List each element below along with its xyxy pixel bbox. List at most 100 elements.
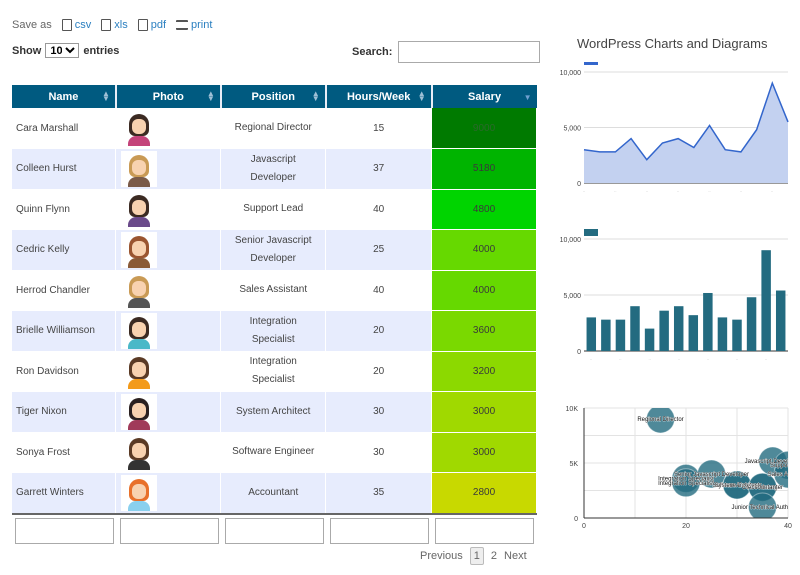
cell-salary: 3200 bbox=[431, 351, 537, 392]
y-tick-label: 5K bbox=[569, 461, 578, 468]
bar bbox=[644, 328, 655, 351]
sort-icon: ▲ ▼ bbox=[311, 89, 320, 103]
cell-photo bbox=[115, 189, 222, 230]
cell-salary: 2800 bbox=[431, 472, 537, 514]
bubble-label: Sales Assistant bbox=[768, 472, 800, 478]
bubble-label: Integration Specialist bbox=[658, 481, 714, 487]
table-row[interactable]: Herrod Chandler Sales Assistant 40 4000 bbox=[12, 270, 537, 311]
export-toolbar: Save as csv xls pdf print bbox=[12, 19, 212, 31]
cell-hours: 37 bbox=[325, 148, 433, 189]
cell-position: Sales Assistant bbox=[220, 270, 327, 311]
cell-photo bbox=[115, 310, 222, 351]
x-tick-label: .. bbox=[648, 356, 650, 361]
table-row[interactable]: Sonya Frost Software Engineer 30 3000 bbox=[12, 432, 537, 473]
filter-position-input[interactable] bbox=[225, 518, 324, 544]
filter-hours-input[interactable] bbox=[330, 518, 429, 544]
avatar bbox=[121, 434, 158, 471]
cell-salary: 4000 bbox=[431, 270, 537, 311]
search-input[interactable] bbox=[398, 41, 541, 63]
sort-desc-icon: ▼ bbox=[523, 93, 532, 102]
table-row[interactable]: Cedric Kelly Senior Javascript Developer 2… bbox=[12, 229, 537, 271]
page-2-button[interactable]: 2 bbox=[491, 550, 497, 562]
cell-name: Brielle Williamson bbox=[12, 310, 117, 351]
export-xls-label: xls bbox=[114, 19, 128, 31]
filter-photo-input[interactable] bbox=[120, 518, 219, 544]
cell-hours: 35 bbox=[325, 472, 433, 513]
table-row[interactable]: Brielle Williamson Integration Specialist… bbox=[12, 310, 537, 352]
entries-label: entries bbox=[83, 44, 120, 57]
avatar bbox=[121, 353, 158, 390]
cell-hours: 20 bbox=[325, 310, 433, 351]
bar bbox=[615, 319, 626, 351]
y-tick-label: 10K bbox=[566, 406, 579, 413]
filter-salary-input[interactable] bbox=[435, 518, 534, 544]
cell-salary: 3600 bbox=[431, 310, 537, 352]
bar bbox=[601, 319, 611, 351]
next-button[interactable]: Next bbox=[504, 550, 527, 562]
cell-photo bbox=[115, 351, 222, 392]
table-row[interactable]: Garrett Winters Accountant 35 2800 bbox=[12, 472, 537, 514]
cell-name: Cedric Kelly bbox=[12, 229, 117, 270]
x-tick-label: .. bbox=[583, 188, 585, 193]
column-header-position[interactable]: Position ▲ ▼ bbox=[220, 85, 327, 108]
cell-salary: 4000 bbox=[431, 229, 537, 271]
table-row[interactable]: Colleen Hurst Javascript Developer 37 5180 bbox=[12, 148, 537, 190]
avatar bbox=[121, 393, 158, 430]
previous-button[interactable]: Previous bbox=[420, 550, 463, 562]
export-xls-link[interactable]: xls bbox=[101, 19, 128, 31]
column-header-hours[interactable]: Hours/Week ▲ ▼ bbox=[325, 85, 433, 108]
table-row[interactable]: Quinn Flynn Support Lead 40 4800 bbox=[12, 189, 537, 230]
bubble-label: Support Lead bbox=[770, 463, 800, 469]
x-tick-label: 40 bbox=[784, 523, 792, 530]
table-row[interactable]: Ron Davidson Integration Specialist 20 3200 bbox=[12, 351, 537, 392]
table-row[interactable]: Tiger Nixon System Architect 30 3000 bbox=[12, 391, 537, 433]
cell-photo bbox=[115, 391, 222, 432]
page-length-control: Show 10 entries bbox=[12, 43, 119, 58]
page-1-button[interactable]: 1 bbox=[469, 547, 484, 565]
cell-hours: 20 bbox=[325, 351, 433, 392]
bar bbox=[688, 315, 699, 351]
cell-name: Tiger Nixon bbox=[12, 391, 117, 432]
x-tick-label: .. bbox=[590, 356, 592, 361]
xls-file-icon bbox=[101, 19, 112, 31]
show-label: Show bbox=[12, 44, 42, 57]
y-tick-label: 0 bbox=[577, 181, 581, 188]
x-tick-label: .. bbox=[677, 188, 679, 193]
bubble-label: Regional Director bbox=[637, 417, 683, 423]
cell-photo bbox=[115, 432, 222, 473]
cell-photo bbox=[115, 229, 222, 270]
x-tick-label: .. bbox=[708, 188, 710, 193]
avatar bbox=[121, 474, 158, 511]
sort-icon: ▲ ▼ bbox=[101, 89, 110, 103]
cell-name: Ron Davidson bbox=[12, 351, 117, 392]
x-tick-label: 0 bbox=[582, 523, 586, 530]
search-control: Search: bbox=[352, 41, 541, 63]
column-label: Hours/Week bbox=[346, 90, 411, 103]
column-label: Position bbox=[251, 90, 295, 103]
print-label: print bbox=[191, 19, 213, 31]
bar bbox=[717, 317, 728, 351]
x-tick-label: .. bbox=[646, 188, 648, 193]
avatar bbox=[121, 110, 158, 147]
x-tick-label: .. bbox=[614, 188, 616, 193]
entries-select[interactable]: 10 bbox=[45, 43, 80, 58]
column-label: Name bbox=[48, 90, 79, 103]
export-pdf-link[interactable]: pdf bbox=[137, 19, 166, 31]
cell-salary: 3000 bbox=[431, 391, 537, 433]
x-tick-label: .. bbox=[740, 188, 742, 193]
cell-name: Quinn Flynn bbox=[12, 189, 117, 230]
column-header-salary[interactable]: Salary ▼ bbox=[431, 85, 537, 108]
table-row[interactable]: Cara Marshall Regional Director 15 9000 bbox=[12, 108, 537, 149]
column-header-photo[interactable]: Photo ▲ ▼ bbox=[115, 85, 222, 108]
cell-salary: 9000 bbox=[431, 108, 537, 149]
column-label: Photo bbox=[152, 90, 184, 103]
cell-position: System Architect bbox=[220, 391, 327, 432]
filter-name-input[interactable] bbox=[15, 518, 114, 544]
cell-photo bbox=[115, 148, 222, 189]
export-csv-link[interactable]: csv bbox=[61, 19, 91, 31]
cell-hours: 40 bbox=[325, 189, 433, 230]
cell-name: Colleen Hurst bbox=[12, 148, 117, 189]
column-header-name[interactable]: Name ▲ ▼ bbox=[12, 85, 117, 108]
cell-position: Software Engineer bbox=[220, 432, 327, 473]
print-link[interactable]: print bbox=[176, 19, 212, 31]
